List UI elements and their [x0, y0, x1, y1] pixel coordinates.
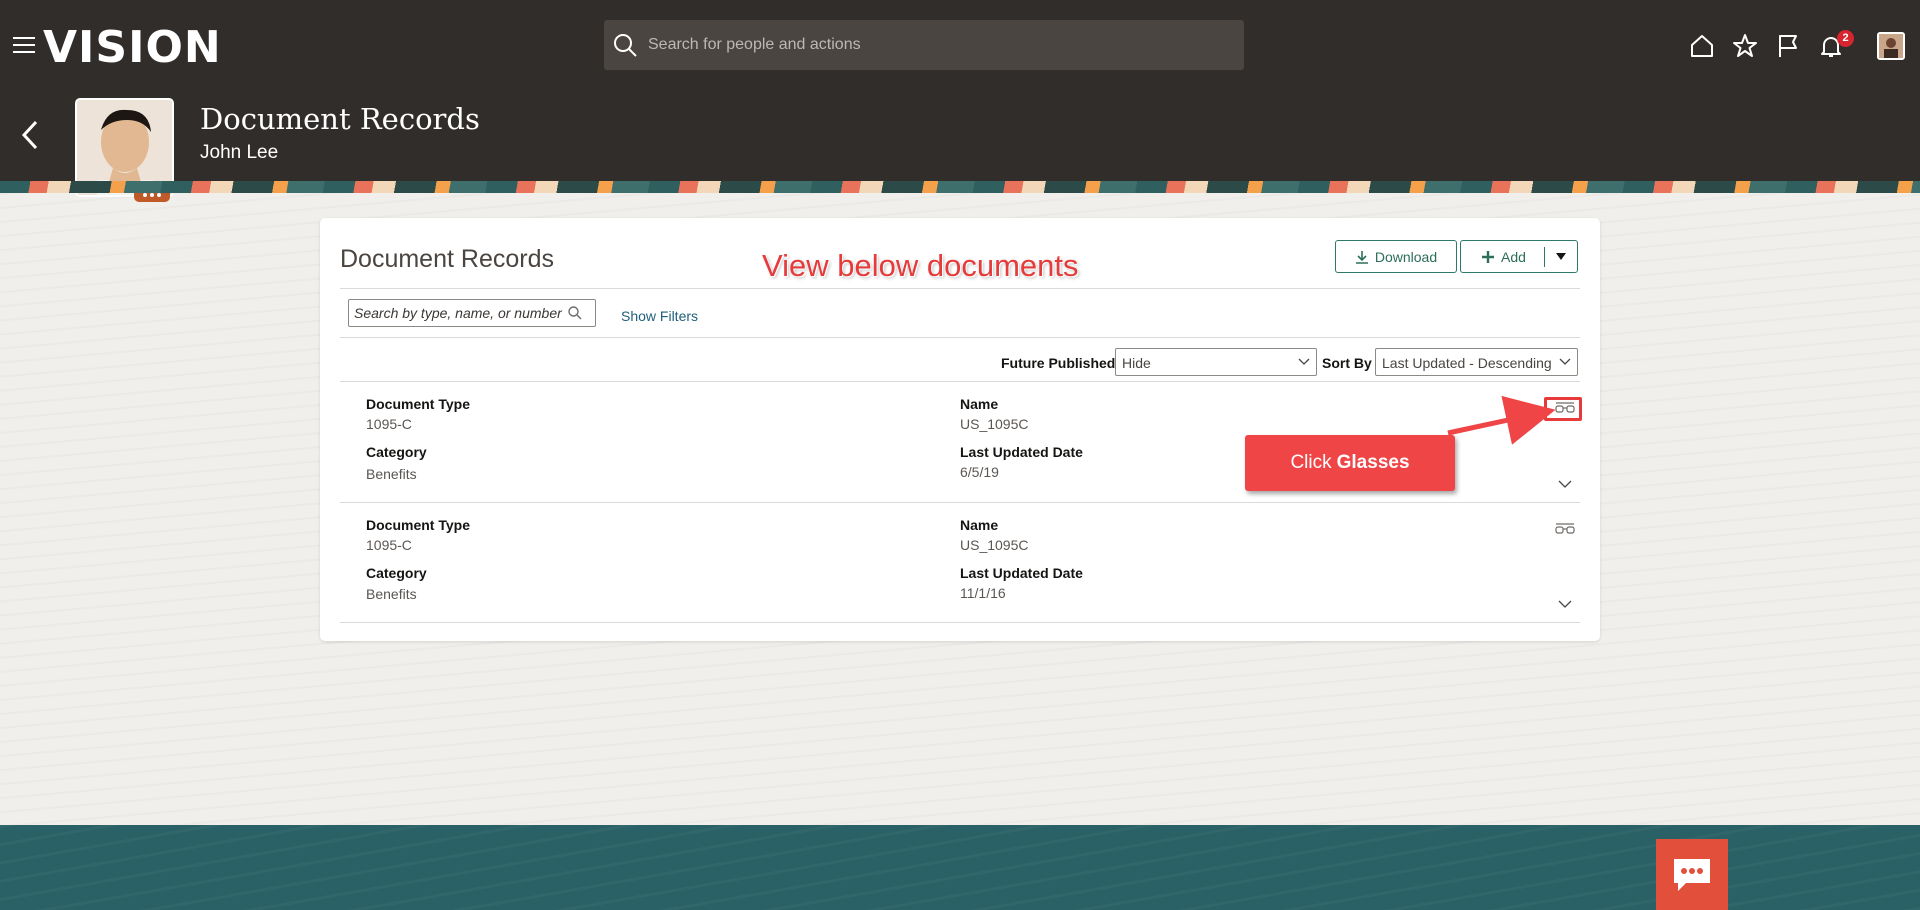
sort-by-label: Sort By	[1322, 355, 1372, 371]
last-updated-label: Last Updated Date	[960, 565, 1083, 581]
callout-text: Click	[1290, 452, 1332, 473]
name-value: US_1095C	[960, 537, 1029, 553]
page-footer	[0, 825, 1920, 910]
global-search[interactable]	[604, 20, 1244, 70]
download-label: Download	[1374, 248, 1438, 265]
divider	[340, 502, 1580, 503]
divider	[340, 288, 1580, 289]
search-icon	[614, 34, 637, 57]
add-menu-caret-icon[interactable]	[1555, 249, 1567, 263]
document-type-label: Document Type	[366, 396, 470, 412]
sort-by-select[interactable]: Last Updated - Descending	[1375, 348, 1578, 376]
document-search[interactable]	[348, 299, 596, 327]
download-icon	[1355, 250, 1368, 264]
chevron-down-icon	[1298, 358, 1310, 365]
expand-chevron-icon[interactable]	[1557, 599, 1573, 609]
annotation-highlight-box	[1544, 397, 1582, 421]
chevron-down-icon	[1559, 357, 1571, 367]
back-chevron-icon[interactable]	[18, 118, 42, 152]
divider	[340, 622, 1580, 623]
divider	[340, 337, 1580, 338]
person-name: John Lee	[200, 142, 279, 163]
chat-bubble-icon	[1674, 858, 1710, 891]
document-search-input[interactable]	[349, 305, 567, 321]
search-icon[interactable]	[567, 305, 583, 321]
menu-icon[interactable]	[13, 37, 35, 55]
category-value: Benefits	[366, 586, 417, 602]
user-avatar[interactable]	[1877, 32, 1905, 60]
category-value: Benefits	[366, 466, 417, 482]
divider	[340, 381, 1580, 382]
global-search-input[interactable]	[648, 36, 1208, 54]
document-type-value: 1095-C	[366, 416, 412, 432]
favorites-star-icon[interactable]	[1732, 33, 1758, 59]
last-updated-value: 11/1/16	[960, 585, 1006, 601]
sort-by-value: Last Updated - Descending	[1382, 355, 1552, 371]
top-header: VISION 2 Document Records John Lee	[0, 0, 1920, 202]
category-label: Category	[366, 565, 427, 581]
future-published-select[interactable]: Hide	[1115, 348, 1317, 376]
name-value: US_1095C	[960, 416, 1029, 432]
card-title: Document Records	[340, 245, 554, 273]
document-type-label: Document Type	[366, 517, 470, 533]
app-logo[interactable]: VISION	[43, 22, 222, 73]
plus-icon	[1482, 250, 1494, 263]
annotation-callout: Click Glasses	[1245, 435, 1455, 491]
name-label: Name	[960, 396, 999, 412]
name-label: Name	[960, 517, 999, 533]
category-label: Category	[366, 444, 427, 460]
last-updated-label: Last Updated Date	[960, 444, 1083, 460]
future-published-value: Hide	[1122, 355, 1151, 371]
future-published-label: Future Published	[1001, 355, 1116, 371]
add-label: Add	[1501, 248, 1526, 265]
flag-icon[interactable]	[1775, 33, 1801, 59]
annotation-view-documents: View below documents	[762, 248, 1079, 283]
glasses-view-icon[interactable]	[1554, 522, 1576, 536]
page-title: Document Records	[200, 102, 480, 136]
last-updated-value: 6/5/19	[960, 464, 999, 480]
document-type-value: 1095-C	[366, 537, 412, 553]
expand-chevron-icon[interactable]	[1557, 479, 1573, 489]
notification-count-badge: 2	[1837, 30, 1854, 47]
download-button[interactable]: Download	[1335, 240, 1457, 273]
show-filters-link[interactable]: Show Filters	[621, 308, 698, 324]
callout-bold-text: Glasses	[1336, 452, 1410, 473]
home-icon[interactable]	[1689, 33, 1715, 59]
decorative-banner	[0, 181, 1920, 193]
add-button[interactable]: Add	[1460, 240, 1578, 273]
chat-button[interactable]	[1656, 839, 1728, 910]
